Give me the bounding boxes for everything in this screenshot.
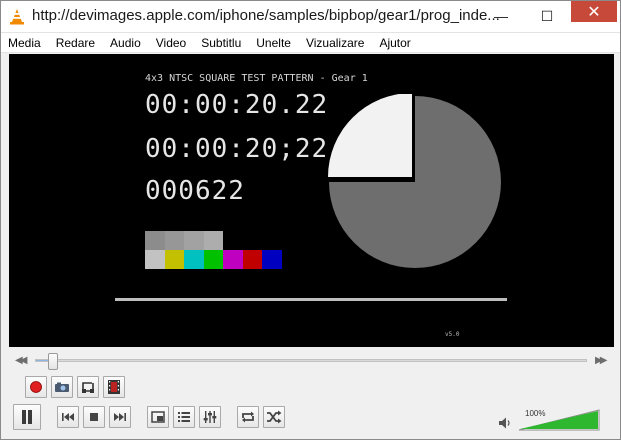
gray-swatch [184, 231, 204, 250]
color-swatch [223, 250, 243, 269]
record-icon [30, 381, 42, 393]
seek-slider[interactable] [35, 353, 587, 370]
record-button[interactable] [25, 376, 47, 398]
shuffle-button[interactable] [263, 406, 285, 428]
loop-ab-button[interactable] [77, 376, 99, 398]
extended-settings-button[interactable] [199, 406, 221, 428]
seek-handle[interactable] [47, 353, 58, 370]
loop-ab-icon [82, 382, 94, 393]
menu-bar: Media Redare Audio Video Subtitlu Unelte… [1, 32, 620, 53]
pie-open-slice [328, 94, 412, 177]
clock-pie [328, 94, 501, 268]
frame-step-button[interactable] [103, 376, 125, 398]
speaker-icon[interactable] [498, 416, 512, 430]
previous-button[interactable] [57, 406, 79, 428]
color-swatch [203, 250, 223, 269]
window-title: http://devimages.apple.com/iphone/sample… [32, 7, 500, 24]
menu-video[interactable]: Video [156, 36, 186, 50]
timecode-semicolon: 00:00:20;22 [145, 134, 329, 164]
next-button[interactable] [109, 406, 131, 428]
color-swatch [242, 250, 262, 269]
color-swatch [145, 250, 165, 269]
fullscreen-button[interactable] [147, 406, 169, 428]
loop-icon [242, 411, 254, 423]
menu-tools[interactable]: Unelte [256, 36, 291, 50]
playlist-icon [178, 412, 190, 422]
minimize-icon: — [494, 8, 508, 24]
loop-button[interactable] [237, 406, 259, 428]
gray-swatch [145, 231, 165, 250]
test-pattern-header: 4x3 NTSC SQUARE TEST PATTERN - Gear 1 [145, 73, 368, 84]
menu-subtitle[interactable]: Subtitlu [201, 36, 241, 50]
version-text: v5.0 [445, 331, 460, 338]
playlist-button[interactable] [173, 406, 195, 428]
title-bar: http://devimages.apple.com/iphone/sample… [1, 1, 620, 32]
shuffle-icon [267, 410, 282, 424]
menu-help[interactable]: Ajutor [379, 36, 410, 50]
menu-playback[interactable]: Redare [56, 36, 95, 50]
video-output[interactable]: 4x3 NTSC SQUARE TEST PATTERN - Gear 1 00… [9, 54, 614, 347]
snapshot-icon [55, 382, 69, 392]
close-button[interactable]: ✕ [571, 1, 617, 22]
close-icon: ✕ [587, 3, 601, 21]
pattern-line [115, 298, 507, 301]
maximize-icon: ☐ [540, 7, 554, 24]
seek-forward-icon[interactable]: ▶▶ [595, 355, 608, 366]
frame-step-icon [108, 380, 120, 394]
next-icon [114, 413, 126, 421]
stop-icon [90, 413, 98, 421]
volume-level-fill [520, 411, 598, 429]
stop-button[interactable] [83, 406, 105, 428]
vlc-cone-icon [10, 9, 24, 25]
fullscreen-icon [151, 411, 165, 423]
timecode-dot: 00:00:20.22 [145, 90, 329, 120]
equalizer-icon [203, 411, 217, 423]
menu-media[interactable]: Media [8, 36, 41, 50]
pause-icon [22, 410, 32, 424]
gray-swatch [203, 231, 223, 250]
maximize-button[interactable]: ☐ [524, 1, 570, 31]
gray-swatch [164, 231, 184, 250]
seek-back-icon[interactable]: ◀◀ [15, 355, 28, 366]
previous-icon [62, 413, 74, 421]
volume-slider[interactable] [518, 407, 600, 431]
color-swatch [262, 250, 282, 269]
seek-row: ◀◀ ▶▶ [9, 350, 614, 372]
menu-audio[interactable]: Audio [110, 36, 141, 50]
minimize-button[interactable]: — [478, 1, 524, 31]
menu-view[interactable]: Vizualizare [306, 36, 364, 50]
snapshot-button[interactable] [51, 376, 73, 398]
color-swatch [184, 250, 204, 269]
pause-button[interactable] [13, 404, 41, 430]
frame-counter: 000622 [145, 176, 245, 206]
color-swatch [164, 250, 184, 269]
vlc-window: http://devimages.apple.com/iphone/sample… [0, 0, 621, 440]
